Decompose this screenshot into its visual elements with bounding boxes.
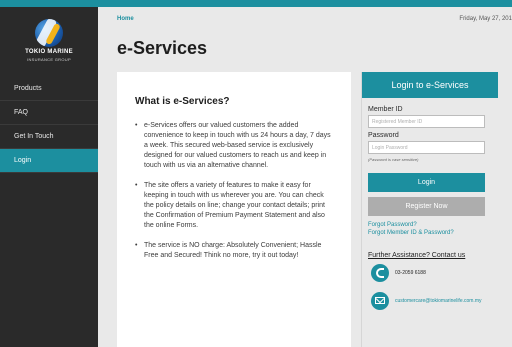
register-button[interactable]: Register Now — [368, 197, 485, 216]
login-panel: Login to e-Services Member ID Password (… — [361, 72, 498, 347]
login-button[interactable]: Login — [368, 173, 485, 192]
member-id-label: Member ID — [368, 106, 403, 113]
info-bullet: The site offers a variety of features to… — [135, 181, 333, 231]
page-title: e-Services — [117, 38, 208, 58]
sidebar-item-faq[interactable]: FAQ — [0, 101, 98, 125]
logo-line2: INSURANCE GROUP — [27, 57, 71, 62]
forgot-member-id-link[interactable]: Forgot Member ID & Password? — [368, 229, 496, 237]
password-label: Password — [368, 132, 399, 139]
sidebar: TOKIO MARINE INSURANCE GROUP Products FA… — [0, 7, 98, 347]
phone-icon — [371, 264, 389, 282]
info-title: What is e-Services? — [135, 96, 230, 107]
login-form: Member ID Password (Password is case sen… — [368, 102, 496, 312]
email-address[interactable]: customercare@tokiomarinelife.com.my — [395, 298, 482, 304]
sidebar-item-products[interactable]: Products — [0, 77, 98, 101]
password-hint: (Password is case sensitive) — [368, 157, 419, 162]
current-date: Friday, May 27, 201 — [459, 16, 512, 22]
contact-us-link[interactable]: Further Assistance? Contact us — [368, 252, 496, 259]
sidebar-nav: Products FAQ Get In Touch Login — [0, 77, 98, 173]
member-id-input[interactable] — [368, 115, 485, 128]
info-bullet: e-Services offers our valued customers t… — [135, 121, 333, 171]
breadcrumb-home[interactable]: Home — [117, 16, 134, 22]
logo-icon — [35, 19, 63, 47]
sidebar-item-get-in-touch[interactable]: Get In Touch — [0, 125, 98, 149]
info-bullet-list: e-Services offers our valued customers t… — [135, 121, 333, 261]
info-bullet: The service is NO charge: Absolutely Con… — [135, 241, 333, 261]
sidebar-item-login[interactable]: Login — [0, 149, 98, 173]
password-input[interactable] — [368, 141, 485, 154]
mail-icon — [371, 292, 389, 310]
phone-contact[interactable]: 03-2059 6188 — [368, 264, 496, 284]
logo-line1: TOKIO MARINE — [25, 49, 73, 55]
brand-logo[interactable]: TOKIO MARINE INSURANCE GROUP — [0, 7, 98, 75]
info-panel: What is e-Services? e-Services offers ou… — [117, 72, 351, 347]
forgot-password-link[interactable]: Forgot Password? — [368, 221, 496, 229]
email-contact[interactable]: customercare@tokiomarinelife.com.my — [368, 292, 496, 312]
phone-number: 03-2059 6188 — [395, 270, 426, 276]
top-accent-bar — [0, 0, 512, 7]
login-panel-header: Login to e-Services — [362, 72, 498, 98]
